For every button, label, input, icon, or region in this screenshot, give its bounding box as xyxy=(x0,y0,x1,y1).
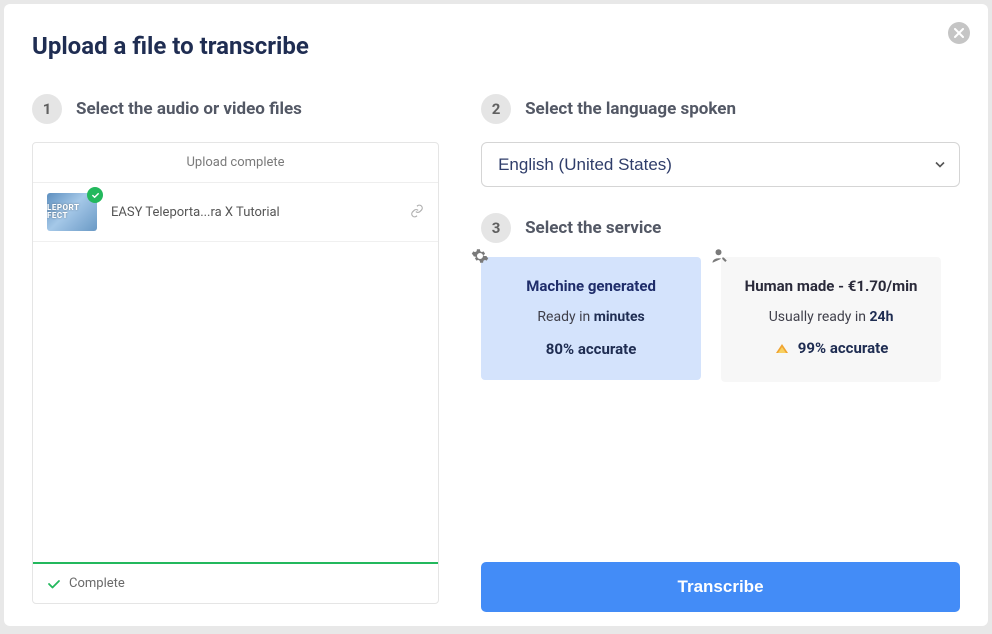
service-human-accuracy: 99% accurate xyxy=(774,339,889,357)
step2-header: 2 Select the language spoken xyxy=(481,94,960,124)
upload-footer: Complete xyxy=(33,564,438,603)
step1-header: 1 Select the audio or video files xyxy=(32,94,439,124)
service-options: Machine generated Ready in minutes 80% a… xyxy=(481,257,960,382)
close-icon xyxy=(954,28,964,38)
service-human-ready-strong: 24h xyxy=(870,309,894,325)
person-edit-icon xyxy=(711,247,729,269)
service-human-title: Human made - €1.70/min xyxy=(735,277,927,295)
cake-icon xyxy=(774,340,790,356)
step3-badge: 3 xyxy=(481,213,511,243)
upload-spacer xyxy=(33,242,438,562)
service-machine-ready: Ready in minutes xyxy=(495,309,687,325)
service-human-wrap: Human made - €1.70/min Usually ready in … xyxy=(721,257,941,382)
upload-modal: Upload a file to transcribe 1 Select the… xyxy=(4,4,988,626)
language-select-wrap: English (United States) xyxy=(481,142,960,187)
gear-icon xyxy=(471,247,489,269)
service-machine-wrap: Machine generated Ready in minutes 80% a… xyxy=(481,257,701,382)
service-card-human[interactable]: Human made - €1.70/min Usually ready in … xyxy=(721,257,941,382)
link-icon[interactable] xyxy=(410,203,424,222)
step1-badge: 1 xyxy=(32,94,62,124)
left-column: 1 Select the audio or video files Upload… xyxy=(32,94,439,612)
step3-header: 3 Select the service xyxy=(481,213,960,243)
step1-title: Select the audio or video files xyxy=(76,99,302,119)
service-machine-ready-strong: minutes xyxy=(594,309,645,325)
check-icon xyxy=(91,191,100,200)
transcribe-button[interactable]: Transcribe xyxy=(481,562,960,612)
file-name: EASY Teleporta...ra X Tutorial xyxy=(111,205,410,220)
file-thumbnail-wrap: LEPORT FECT xyxy=(47,193,97,231)
service-human-ready-prefix: Usually ready in xyxy=(769,309,870,325)
upload-box: Upload complete LEPORT FECT EASY Telepor… xyxy=(32,142,439,604)
upload-footer-text: Complete xyxy=(69,576,125,591)
check-icon xyxy=(47,577,61,591)
service-machine-title: Machine generated xyxy=(495,277,687,295)
upload-success-badge xyxy=(87,187,103,203)
service-machine-ready-prefix: Ready in xyxy=(537,309,593,325)
content-columns: 1 Select the audio or video files Upload… xyxy=(32,94,960,612)
language-select[interactable]: English (United States) xyxy=(481,142,960,187)
step2-badge: 2 xyxy=(481,94,511,124)
step2-title: Select the language spoken xyxy=(525,99,736,119)
service-human-ready: Usually ready in 24h xyxy=(735,309,927,325)
service-card-machine[interactable]: Machine generated Ready in minutes 80% a… xyxy=(481,257,701,380)
close-button[interactable] xyxy=(948,22,970,44)
right-column: 2 Select the language spoken English (Un… xyxy=(481,94,960,612)
service-human-accuracy-text: 99% accurate xyxy=(798,339,889,357)
modal-title: Upload a file to transcribe xyxy=(32,32,960,60)
step3-title: Select the service xyxy=(525,218,661,238)
service-machine-accuracy: 80% accurate xyxy=(546,340,637,358)
file-row[interactable]: LEPORT FECT EASY Teleporta...ra X Tutori… xyxy=(33,183,438,242)
thumbnail-label: LEPORT FECT xyxy=(47,204,97,220)
upload-status-header: Upload complete xyxy=(33,143,438,183)
